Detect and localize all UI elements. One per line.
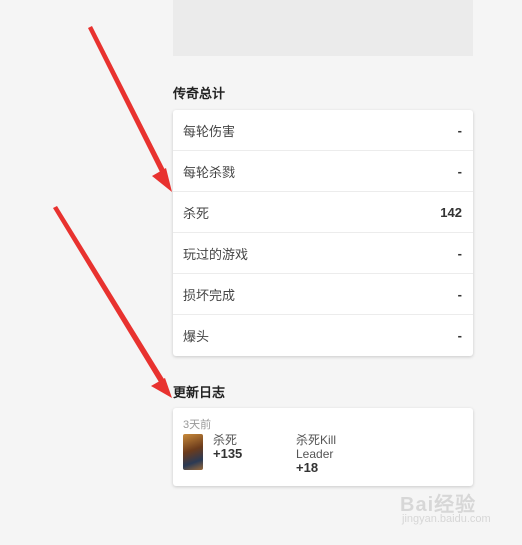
log-entry-kill-leader: 杀死Kill Leader +18 [296,433,356,475]
stat-row-kills: 杀死 142 [173,192,473,233]
red-arrow-icon [88,26,172,192]
watermark-url: jingyan.baidu.com [402,513,491,525]
changelog-card: 3天前 杀死 +135 杀死Kill Leader +18 [173,408,473,486]
stat-value: - [457,122,462,138]
stat-label: 每轮伤害 [183,123,236,139]
red-arrow-icon [53,206,172,398]
stat-label: 损坏完成 [183,287,236,303]
legend-avatar [183,434,203,470]
stat-value: - [457,328,462,343]
stat-value: - [457,245,462,261]
log-entry-label: 杀死 [213,433,238,447]
stat-value: - [457,286,462,302]
content-placeholder [173,0,473,56]
log-entry-kills: 杀死 +135 [213,433,242,461]
log-timestamp: 3天前 [183,419,212,431]
changelog-title: 更新日志 [173,385,226,400]
log-entry-label: 杀死Kill Leader [296,433,337,461]
stat-value: - [457,163,462,179]
stat-label: 每轮杀戮 [183,164,236,180]
log-entry-delta: +18 [296,460,319,475]
stat-value: 142 [440,204,462,220]
log-entry-delta: +135 [213,446,243,461]
stat-row-damage-per-round: 每轮伤害 - [173,110,473,151]
stat-row-damage-done: 损坏完成 - [173,274,473,315]
legend-totals-card: 每轮伤害 - 每轮杀戮 - 杀死 142 玩过的游戏 - 损坏完成 - 爆头 - [173,110,473,356]
stat-row-kills-per-round: 每轮杀戮 - [173,151,473,192]
stat-row-games-played: 玩过的游戏 - [173,233,473,274]
legend-totals-title: 传奇总计 [173,86,226,101]
stat-label: 杀死 [183,205,210,221]
stat-label: 玩过的游戏 [183,246,249,262]
stat-row-headshots: 爆头 - [173,315,473,356]
stat-label: 爆头 [183,329,210,344]
